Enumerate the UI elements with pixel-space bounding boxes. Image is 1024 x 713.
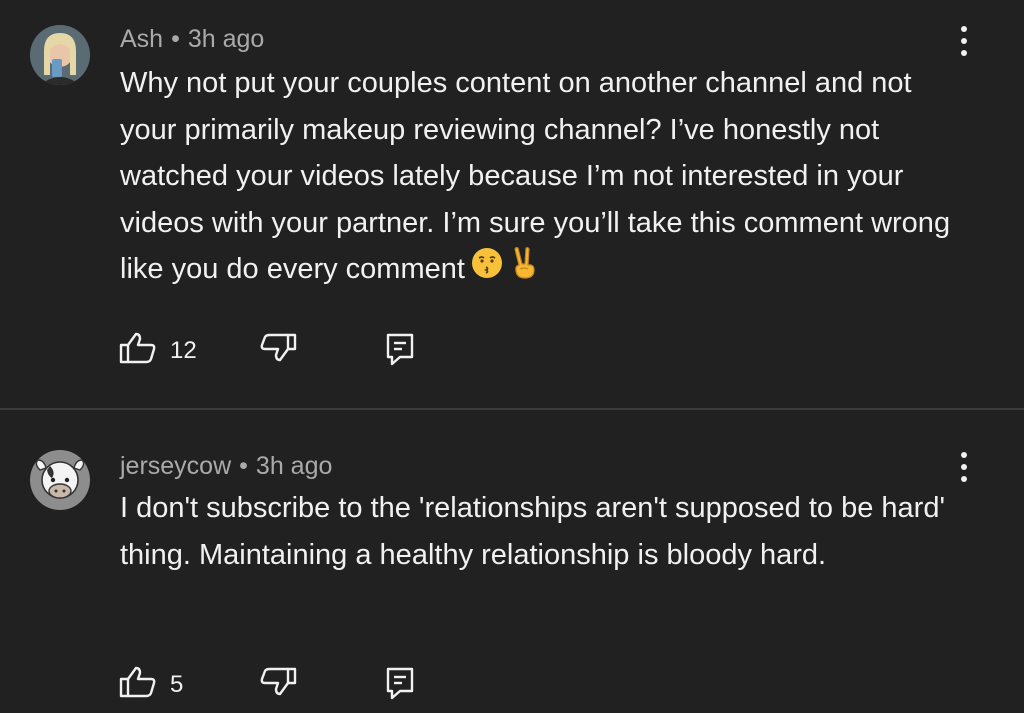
comment-text: I don't subscribe to the 'relationships … [120,485,970,578]
more-dot [961,476,967,482]
dislike-button[interactable] [258,328,302,368]
meta-separator: • [239,452,248,480]
comments-page: Ash • 3h ago Why not put your couples cont… [0,0,1024,713]
comment-author[interactable]: jerseycow [120,452,231,480]
more-options-button[interactable] [952,26,976,66]
comment-item: Ash • 3h ago Why not put your couples cont… [0,0,1024,408]
comment-meta: Ash • 3h ago [120,25,264,54]
like-count: 12 [170,337,197,364]
avatar[interactable] [30,450,90,510]
meta-separator: • [171,25,180,53]
comment-text: Why not put your couples content on anot… [120,60,970,295]
like-button[interactable]: 5 [118,662,208,702]
more-dot [961,38,967,44]
comment-actions: 12 [118,328,438,368]
thumbs-up-icon [119,332,156,364]
comment-time[interactable]: 3h ago [256,452,332,480]
comment-body: I don't subscribe to the 'relationships … [120,492,945,571]
comment-actions: 5 [118,662,438,702]
face-blowing-kiss-icon [471,247,503,294]
reply-button[interactable] [384,328,424,368]
more-dot [961,464,967,470]
thumbs-down-icon [260,333,297,362]
reply-icon [386,333,414,366]
victory-hand-icon [509,246,539,295]
more-vertical-icon [961,26,967,32]
more-vertical-icon [961,452,967,458]
comment-author[interactable]: Ash [120,25,163,53]
thumbs-up-icon [119,666,156,698]
thumbs-down-icon [260,667,297,696]
more-dot [961,50,967,56]
like-count: 5 [170,671,184,698]
dislike-button[interactable] [258,662,302,702]
more-options-button[interactable] [952,452,976,492]
comment-item: jerseycow • 3h ago I don't subscribe to th… [0,410,1024,713]
avatar[interactable] [30,25,90,85]
comment-meta: jerseycow • 3h ago [120,452,332,481]
comment-time[interactable]: 3h ago [188,25,264,53]
reply-button[interactable] [384,662,424,702]
like-button[interactable]: 12 [118,328,208,368]
reply-icon [386,667,414,700]
